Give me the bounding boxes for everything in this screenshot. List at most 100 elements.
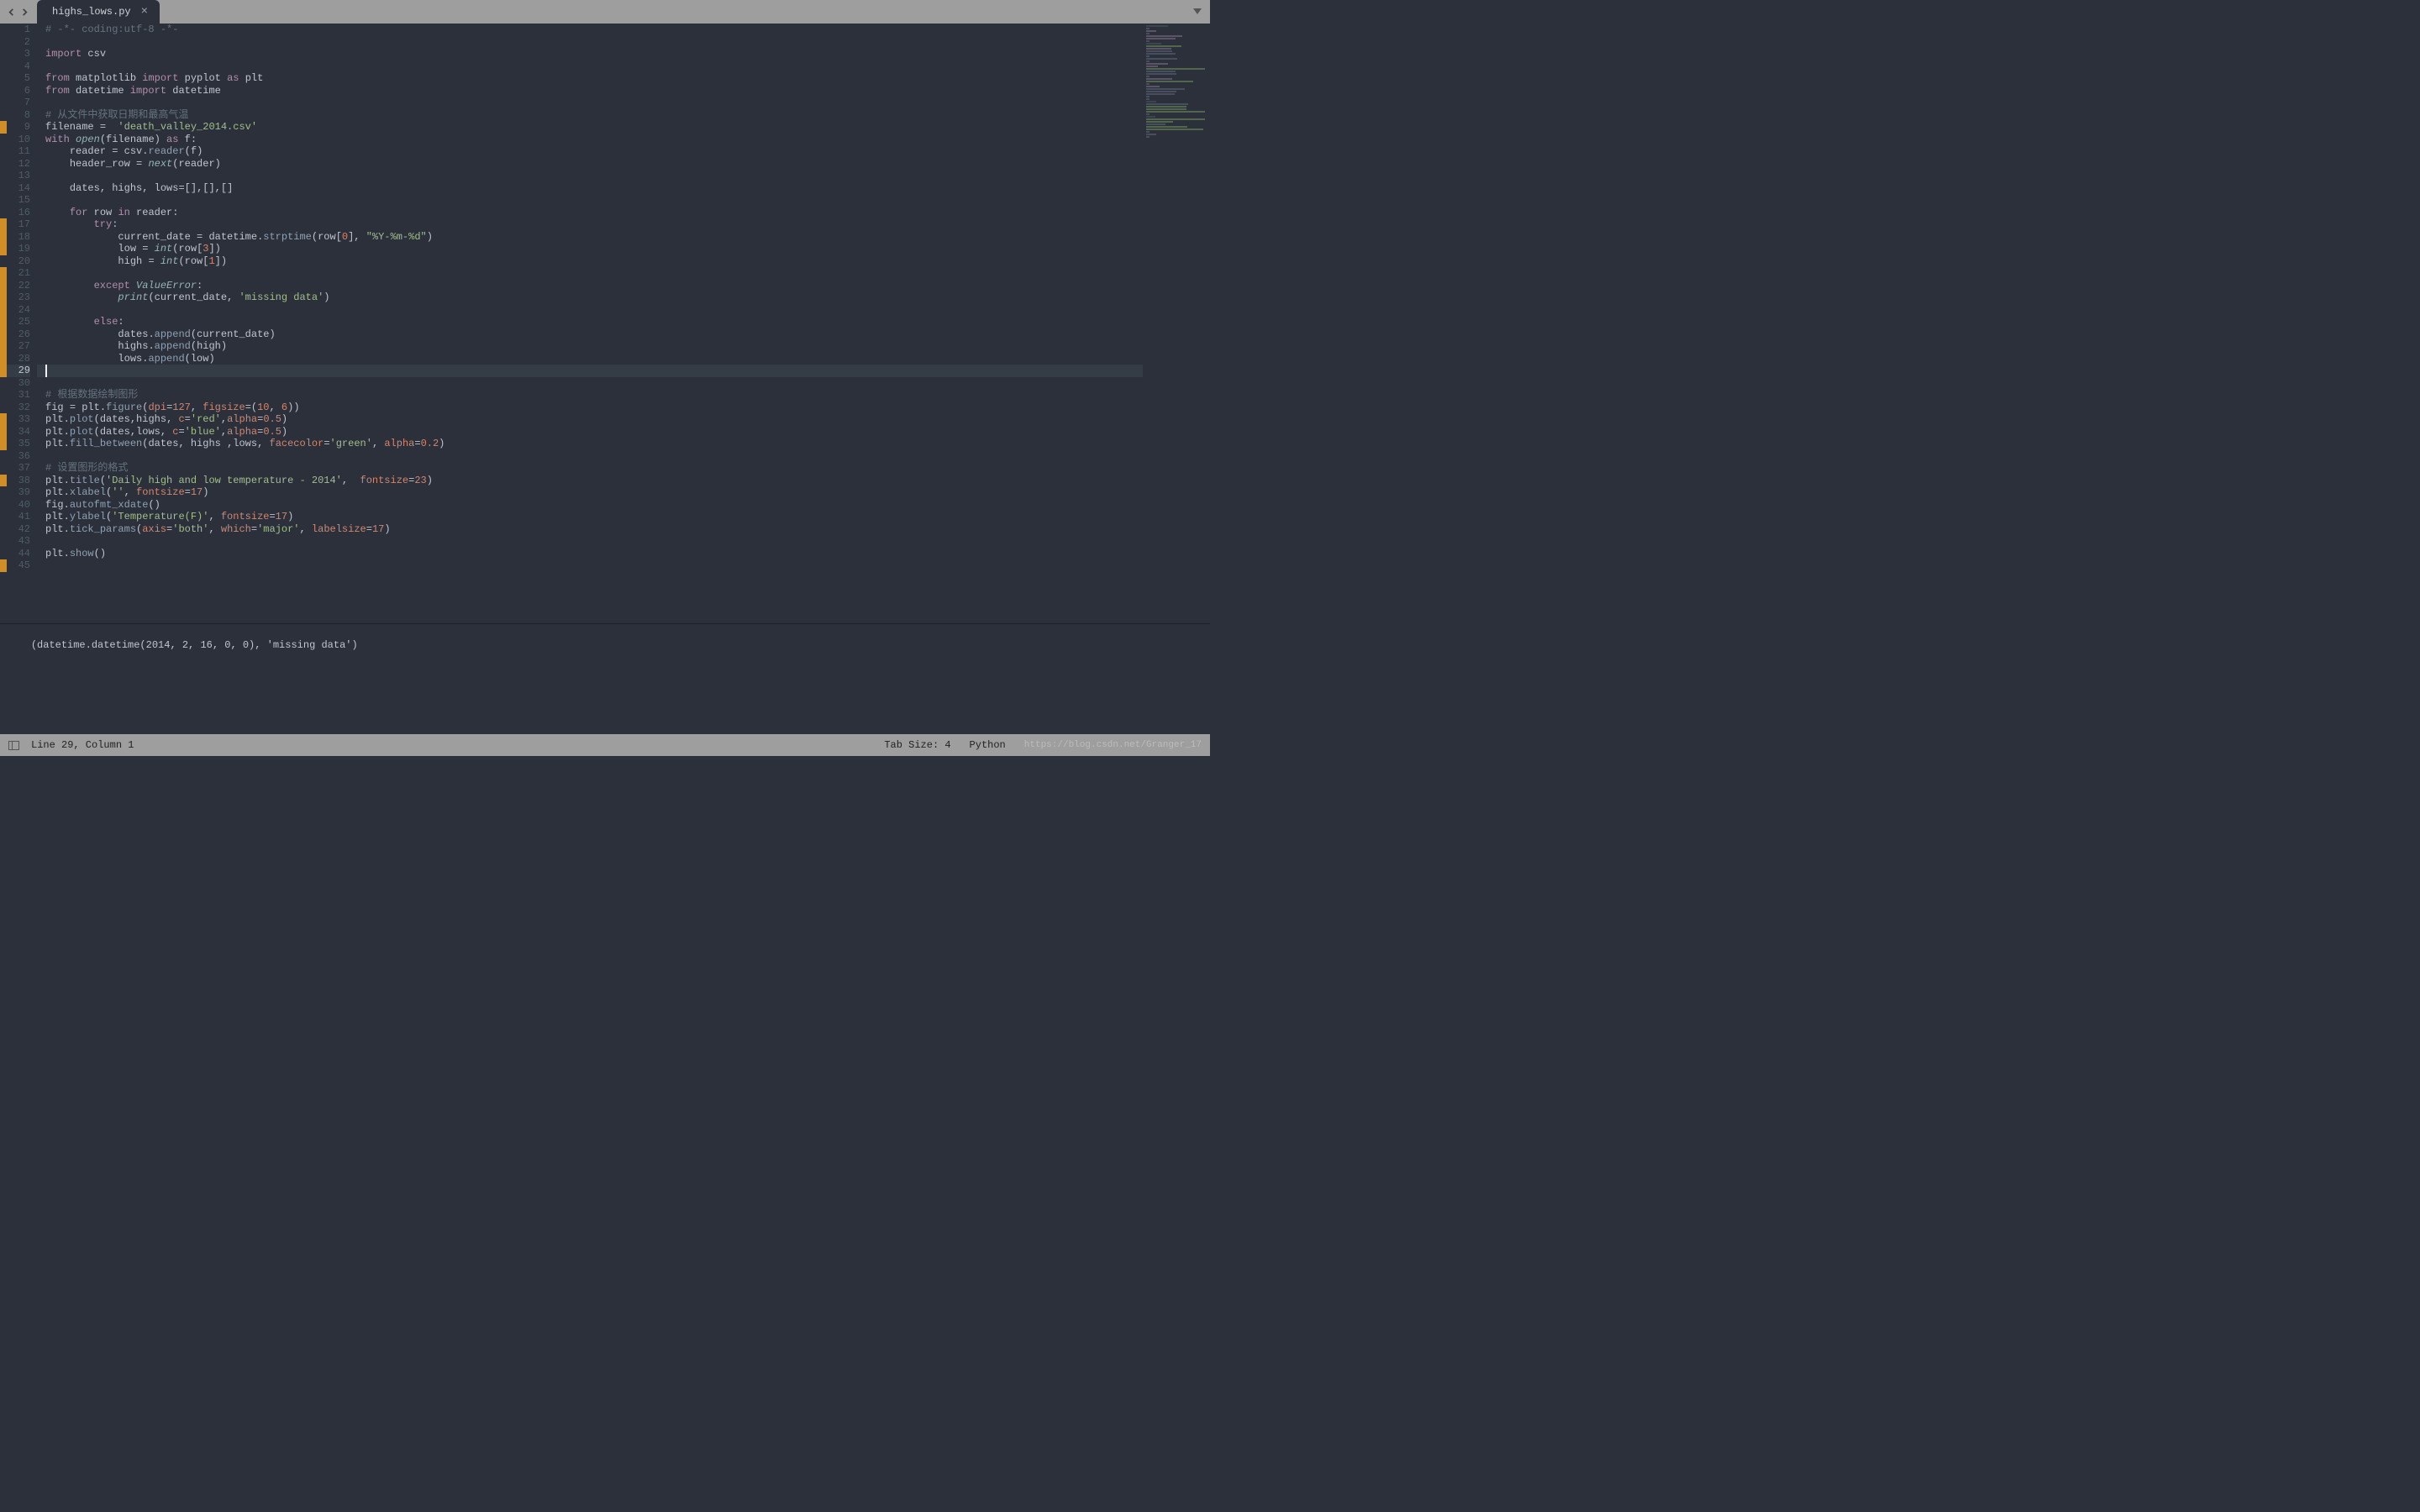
line-number-gutter[interactable]: 1234567891011121314151617181920212223242…	[7, 24, 37, 623]
code-line[interactable]	[37, 60, 1210, 73]
code-line[interactable]: with open(filename) as f:	[37, 134, 1210, 146]
code-line[interactable]: # 从文件中获取日期和最高气温	[37, 109, 1210, 122]
code-line[interactable]: from matplotlib import pyplot as plt	[37, 72, 1210, 85]
code-line[interactable]: highs.append(high)	[37, 340, 1210, 353]
tab-menu-icon[interactable]	[1193, 8, 1202, 15]
line-number[interactable]: 44	[7, 548, 30, 560]
line-number[interactable]: 38	[7, 475, 30, 487]
line-number[interactable]: 29	[7, 365, 30, 377]
line-number[interactable]: 13	[7, 170, 30, 182]
line-number[interactable]: 23	[7, 291, 30, 304]
code-line[interactable]: plt.fill_between(dates, highs ,lows, fac…	[37, 438, 1210, 450]
status-tab-size[interactable]: Tab Size: 4	[884, 739, 950, 751]
line-number[interactable]: 12	[7, 158, 30, 171]
line-number[interactable]: 6	[7, 85, 30, 97]
line-number[interactable]: 20	[7, 255, 30, 268]
code-line[interactable]: plt.tick_params(axis='both', which='majo…	[37, 523, 1210, 536]
line-number[interactable]: 21	[7, 267, 30, 280]
code-line[interactable]: lows.append(low)	[37, 353, 1210, 365]
console-output[interactable]: (datetime.datetime(2014, 2, 16, 0, 0), '…	[0, 623, 1210, 734]
code-line[interactable]: except ValueError:	[37, 280, 1210, 292]
line-number[interactable]: 19	[7, 243, 30, 255]
line-number[interactable]: 32	[7, 402, 30, 414]
code-line[interactable]: plt.xlabel('', fontsize=17)	[37, 486, 1210, 499]
minimap[interactable]	[1143, 24, 1210, 623]
line-number[interactable]: 43	[7, 535, 30, 548]
code-line[interactable]	[37, 304, 1210, 317]
line-number[interactable]: 3	[7, 48, 30, 60]
code-line[interactable]: current_date = datetime.strptime(row[0],…	[37, 231, 1210, 244]
code-line[interactable]	[37, 450, 1210, 463]
code-line[interactable]: # 设置图形的格式	[37, 462, 1210, 475]
code-line[interactable]: low = int(row[3])	[37, 243, 1210, 255]
line-number[interactable]: 24	[7, 304, 30, 317]
line-number[interactable]: 41	[7, 511, 30, 523]
code-line[interactable]: high = int(row[1])	[37, 255, 1210, 268]
code-line[interactable]	[37, 194, 1210, 207]
nav-back-icon[interactable]	[5, 6, 17, 18]
line-number[interactable]: 18	[7, 231, 30, 244]
close-icon[interactable]: ×	[141, 5, 148, 18]
line-number[interactable]: 5	[7, 72, 30, 85]
code-line[interactable]	[37, 377, 1210, 390]
line-number[interactable]: 28	[7, 353, 30, 365]
line-number[interactable]: 4	[7, 60, 30, 73]
code-line[interactable]: plt.show()	[37, 548, 1210, 560]
code-line[interactable]: plt.plot(dates,highs, c='red',alpha=0.5)	[37, 413, 1210, 426]
line-number[interactable]: 27	[7, 340, 30, 353]
code-area[interactable]: # -*- coding:utf-8 -*- import csv from mat…	[37, 24, 1210, 623]
line-number[interactable]: 34	[7, 426, 30, 438]
line-number[interactable]: 17	[7, 218, 30, 231]
tab-highs-lows[interactable]: highs_lows.py ×	[37, 0, 160, 24]
line-number[interactable]: 31	[7, 389, 30, 402]
line-number[interactable]: 45	[7, 559, 30, 572]
code-line[interactable]: fig = plt.figure(dpi=127, figsize=(10, 6…	[37, 402, 1210, 414]
line-number[interactable]: 22	[7, 280, 30, 292]
code-line[interactable]: else:	[37, 316, 1210, 328]
code-line[interactable]: dates, highs, lows=[],[],[]	[37, 182, 1210, 195]
code-line[interactable]	[37, 97, 1210, 109]
line-number[interactable]: 15	[7, 194, 30, 207]
line-number[interactable]: 42	[7, 523, 30, 536]
code-line[interactable]: header_row = next(reader)	[37, 158, 1210, 171]
line-number[interactable]: 25	[7, 316, 30, 328]
line-number[interactable]: 16	[7, 207, 30, 219]
code-line[interactable]: dates.append(current_date)	[37, 328, 1210, 341]
code-line[interactable]	[37, 365, 1210, 377]
status-cursor-position[interactable]: Line 29, Column 1	[31, 739, 134, 751]
code-line[interactable]: try:	[37, 218, 1210, 231]
code-line[interactable]: fig.autofmt_xdate()	[37, 499, 1210, 512]
line-number[interactable]: 35	[7, 438, 30, 450]
line-number[interactable]: 30	[7, 377, 30, 390]
line-number[interactable]: 26	[7, 328, 30, 341]
line-number[interactable]: 11	[7, 145, 30, 158]
line-number[interactable]: 40	[7, 499, 30, 512]
code-line[interactable]: # 根据数据绘制图形	[37, 389, 1210, 402]
code-line[interactable]	[37, 559, 1210, 572]
code-line[interactable]: filename = 'death_valley_2014.csv'	[37, 121, 1210, 134]
code-line[interactable]: reader = csv.reader(f)	[37, 145, 1210, 158]
code-line[interactable]: from datetime import datetime	[37, 85, 1210, 97]
code-line[interactable]: plt.ylabel('Temperature(F)', fontsize=17…	[37, 511, 1210, 523]
code-line[interactable]	[37, 36, 1210, 49]
code-line[interactable]: plt.plot(dates,lows, c='blue',alpha=0.5)	[37, 426, 1210, 438]
line-number[interactable]: 37	[7, 462, 30, 475]
line-number[interactable]: 14	[7, 182, 30, 195]
line-number[interactable]: 39	[7, 486, 30, 499]
line-number[interactable]: 1	[7, 24, 30, 36]
line-number[interactable]: 9	[7, 121, 30, 134]
line-number[interactable]: 2	[7, 36, 30, 49]
code-line[interactable]	[37, 267, 1210, 280]
status-language[interactable]: Python	[970, 739, 1006, 751]
code-line[interactable]: import csv	[37, 48, 1210, 60]
code-line[interactable]	[37, 170, 1210, 182]
sidebar-toggle-icon[interactable]	[8, 741, 19, 750]
code-line[interactable]	[37, 535, 1210, 548]
code-line[interactable]: for row in reader:	[37, 207, 1210, 219]
line-number[interactable]: 36	[7, 450, 30, 463]
code-line[interactable]: # -*- coding:utf-8 -*-	[37, 24, 1210, 36]
line-number[interactable]: 8	[7, 109, 30, 122]
nav-forward-icon[interactable]	[18, 6, 30, 18]
line-number[interactable]: 10	[7, 134, 30, 146]
line-number[interactable]: 7	[7, 97, 30, 109]
